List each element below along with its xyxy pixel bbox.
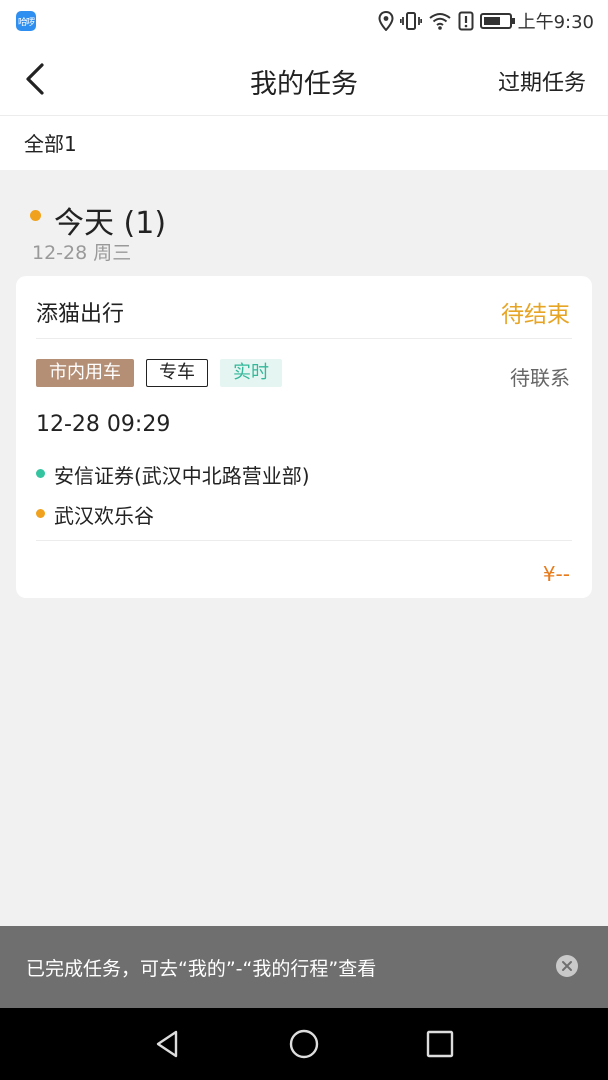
app-notification-icon: 哈啰 [16, 11, 36, 31]
end-dot-icon [36, 509, 45, 518]
recents-square-icon[interactable] [424, 1028, 456, 1060]
task-status: 待结束 [501, 302, 570, 328]
route-to-text: 武汉欢乐谷 [54, 504, 154, 528]
nav-bar: 我的任务 过期任务 [0, 42, 608, 116]
tab-all[interactable]: 全部1 [24, 128, 77, 157]
task-price: ¥-- [542, 562, 570, 586]
contact-status: 待联系 [510, 366, 570, 390]
task-company: 添猫出行 [36, 302, 125, 327]
tag-private-car: 专车 [146, 359, 208, 387]
home-circle-icon[interactable] [288, 1028, 320, 1060]
tag-realtime: 实时 [220, 359, 282, 387]
expired-tasks-button[interactable]: 过期任务 [498, 65, 586, 97]
system-nav-bar [0, 1008, 608, 1080]
close-circle-icon[interactable] [556, 955, 578, 977]
task-tags: 市内用车 专车 实时 [36, 359, 282, 387]
toast: 已完成任务，可去“我的”-“我的行程”查看 [0, 926, 608, 1008]
day-dot-icon [30, 210, 41, 221]
location-icon [378, 11, 394, 31]
clock: 上午9:30 [517, 12, 594, 33]
start-dot-icon [36, 469, 45, 478]
card-divider [36, 540, 572, 541]
task-card[interactable]: 添猫出行 待结束 市内用车 专车 实时 待联系 12-28 09:29 安信证券… [16, 276, 592, 598]
close-icon [562, 961, 572, 971]
task-time: 12-28 09:29 [36, 412, 171, 437]
toast-message: 已完成任务，可去“我的”-“我的行程”查看 [26, 958, 377, 980]
filter-bar: 全部1 [0, 116, 608, 170]
tag-city-car: 市内用车 [36, 359, 134, 387]
day-title: 今天 (1) [54, 206, 167, 241]
route-from-text: 安信证券(武汉中北路营业部) [54, 464, 310, 488]
wifi-icon [428, 13, 451, 30]
card-divider [36, 338, 572, 339]
status-bar: 哈啰 上午9:30 [0, 0, 608, 42]
vibrate-icon [399, 12, 422, 30]
alert-icon [458, 11, 474, 31]
back-triangle-icon[interactable] [152, 1028, 184, 1060]
battery-icon [479, 13, 515, 29]
status-icons: 上午9:30 [378, 8, 594, 34]
day-date: 12-28 周三 [32, 242, 132, 264]
